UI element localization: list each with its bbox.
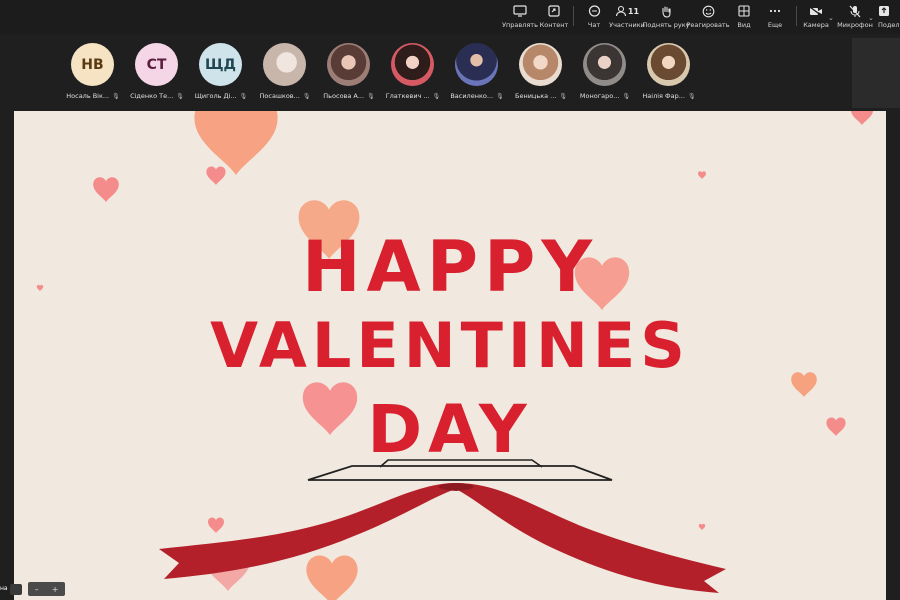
camera-off-icon — [809, 3, 823, 19]
ribbon-banner — [159, 483, 726, 593]
shared-screen: HAPPY VALENTINES DAY — [14, 111, 886, 600]
participants-count: 11 — [627, 6, 640, 16]
share-button[interactable]: Подел — [878, 3, 900, 31]
chat-icon — [588, 3, 601, 19]
participant-tile[interactable]: Пьосова А... 🎙 — [313, 42, 385, 104]
content-share-icon — [547, 3, 561, 19]
avatar-photo — [327, 43, 370, 86]
avatar-photo — [263, 43, 306, 86]
avatar-photo — [455, 43, 498, 86]
meeting-window: Управлять Контент Чат 11 Участники Подня… — [0, 0, 900, 600]
mic-off-icon — [849, 3, 861, 19]
hand-icon — [660, 3, 672, 19]
toolbar-divider — [796, 6, 797, 26]
camera-label: Камера — [803, 21, 829, 29]
participant-name: Сіденко Те... — [130, 92, 174, 100]
participant-name: Моногаро... — [579, 92, 620, 100]
screen-manage-icon — [513, 3, 527, 19]
mic-label: Микрофон — [837, 21, 873, 29]
share-label: Подел — [878, 21, 900, 29]
avatar: ЩД — [199, 43, 242, 86]
presenter-label: на — [0, 585, 8, 592]
mic-muted-icon: 🎙 — [496, 92, 504, 100]
mic-muted-icon: 🎙 — [239, 92, 248, 100]
share-tray-icon — [878, 3, 890, 19]
react-label: Реагировать — [686, 21, 730, 29]
mic-muted-icon: 🎙 — [112, 92, 120, 100]
participant-tile[interactable]: Посашков... 🎙 — [249, 42, 321, 104]
chat-label: Чат — [587, 21, 601, 29]
participant-tile[interactable]: Наілія Фар... 🎙 — [633, 42, 705, 104]
avatar: НВ — [71, 43, 114, 86]
self-view-panel[interactable] — [852, 38, 900, 108]
camera-button[interactable]: Камера — [803, 3, 829, 31]
mic-muted-icon: 🎙 — [367, 92, 375, 100]
content-button[interactable]: Контент — [539, 3, 569, 31]
plus-icon[interactable]: + — [52, 585, 59, 594]
content-label: Контент — [539, 21, 569, 29]
view-button[interactable]: Вид — [734, 3, 754, 31]
mic-muted-icon: 🎙 — [176, 92, 184, 100]
grid-icon — [738, 3, 750, 19]
mic-muted-icon: 🎙 — [302, 92, 311, 100]
participant-tile[interactable]: НВ Носаль Вік... 🎙 — [57, 42, 129, 104]
more-label: Еще — [767, 21, 783, 29]
slide-title-line-2: VALENTINES — [210, 309, 690, 382]
manage-button[interactable]: Управлять — [502, 3, 538, 31]
more-dots-icon — [769, 3, 781, 19]
participants-button[interactable]: 11 Участники — [609, 3, 645, 31]
participant-name: Глаткевич ... — [385, 92, 430, 100]
smile-icon — [702, 3, 715, 19]
participants-label: Участники — [609, 21, 645, 29]
people-icon — [615, 5, 626, 17]
avatar-photo — [583, 43, 626, 86]
participant-name: Щиголь Ді... — [194, 92, 237, 100]
chat-button[interactable]: Чат — [583, 3, 605, 31]
avatar-photo — [647, 43, 690, 86]
view-label: Вид — [737, 21, 751, 29]
manage-label: Управлять — [502, 21, 538, 29]
participant-tile[interactable]: Глаткевич ... 🎙 — [377, 42, 449, 104]
participant-tile[interactable]: Моногаро... 🎙 — [569, 42, 641, 104]
react-button[interactable]: Реагировать — [686, 3, 730, 31]
mic-muted-icon: 🎙 — [622, 92, 631, 100]
participant-tile[interactable]: Василенко... 🎙 — [441, 42, 513, 104]
mic-muted-icon: 🎙 — [559, 92, 567, 100]
camera-options-chevron-icon[interactable]: ⌄ — [828, 14, 834, 22]
mic-muted-icon: 🎙 — [687, 92, 696, 100]
microphone-button[interactable]: Микрофон — [837, 3, 873, 31]
participant-tile[interactable]: Беницька ... 🎙 — [505, 42, 577, 104]
meeting-toolbar: Управлять Контент Чат 11 Участники Подня… — [0, 0, 900, 34]
avatar-photo — [519, 43, 562, 86]
mic-muted-icon: 🎙 — [432, 92, 441, 100]
avatar: СТ — [135, 43, 178, 86]
participant-tile[interactable]: ЩД Щиголь Ді... 🎙 — [185, 42, 257, 104]
minus-icon[interactable]: – — [35, 585, 39, 594]
participant-name: Пьосова А... — [323, 92, 365, 100]
participant-name: Беницька ... — [515, 92, 557, 100]
participant-name: Наілія Фар... — [642, 92, 685, 100]
zoom-controls[interactable]: – + — [28, 582, 65, 596]
toolbar-divider — [573, 6, 574, 26]
mini-tile[interactable] — [10, 584, 22, 595]
slide-title-line-1: HAPPY — [301, 226, 599, 308]
participant-tile[interactable]: СТ Сіденко Те... 🎙 — [121, 42, 193, 104]
participant-name: Василенко... — [450, 92, 494, 100]
raise-hand-button[interactable]: Поднять руку — [643, 3, 689, 31]
participants-strip: НВ Носаль Вік... 🎙 СТ Сіденко Те... 🎙 ЩД Щ… — [0, 34, 900, 106]
participant-name: Носаль Вік... — [66, 92, 110, 100]
avatar-photo — [391, 43, 434, 86]
more-button[interactable]: Еще — [764, 3, 786, 31]
raise-hand-label: Поднять руку — [642, 21, 690, 29]
mic-options-chevron-icon[interactable]: ⌄ — [868, 14, 874, 22]
participant-name: Посашков... — [259, 92, 300, 100]
slide-title-line-3: DAY — [367, 391, 533, 468]
